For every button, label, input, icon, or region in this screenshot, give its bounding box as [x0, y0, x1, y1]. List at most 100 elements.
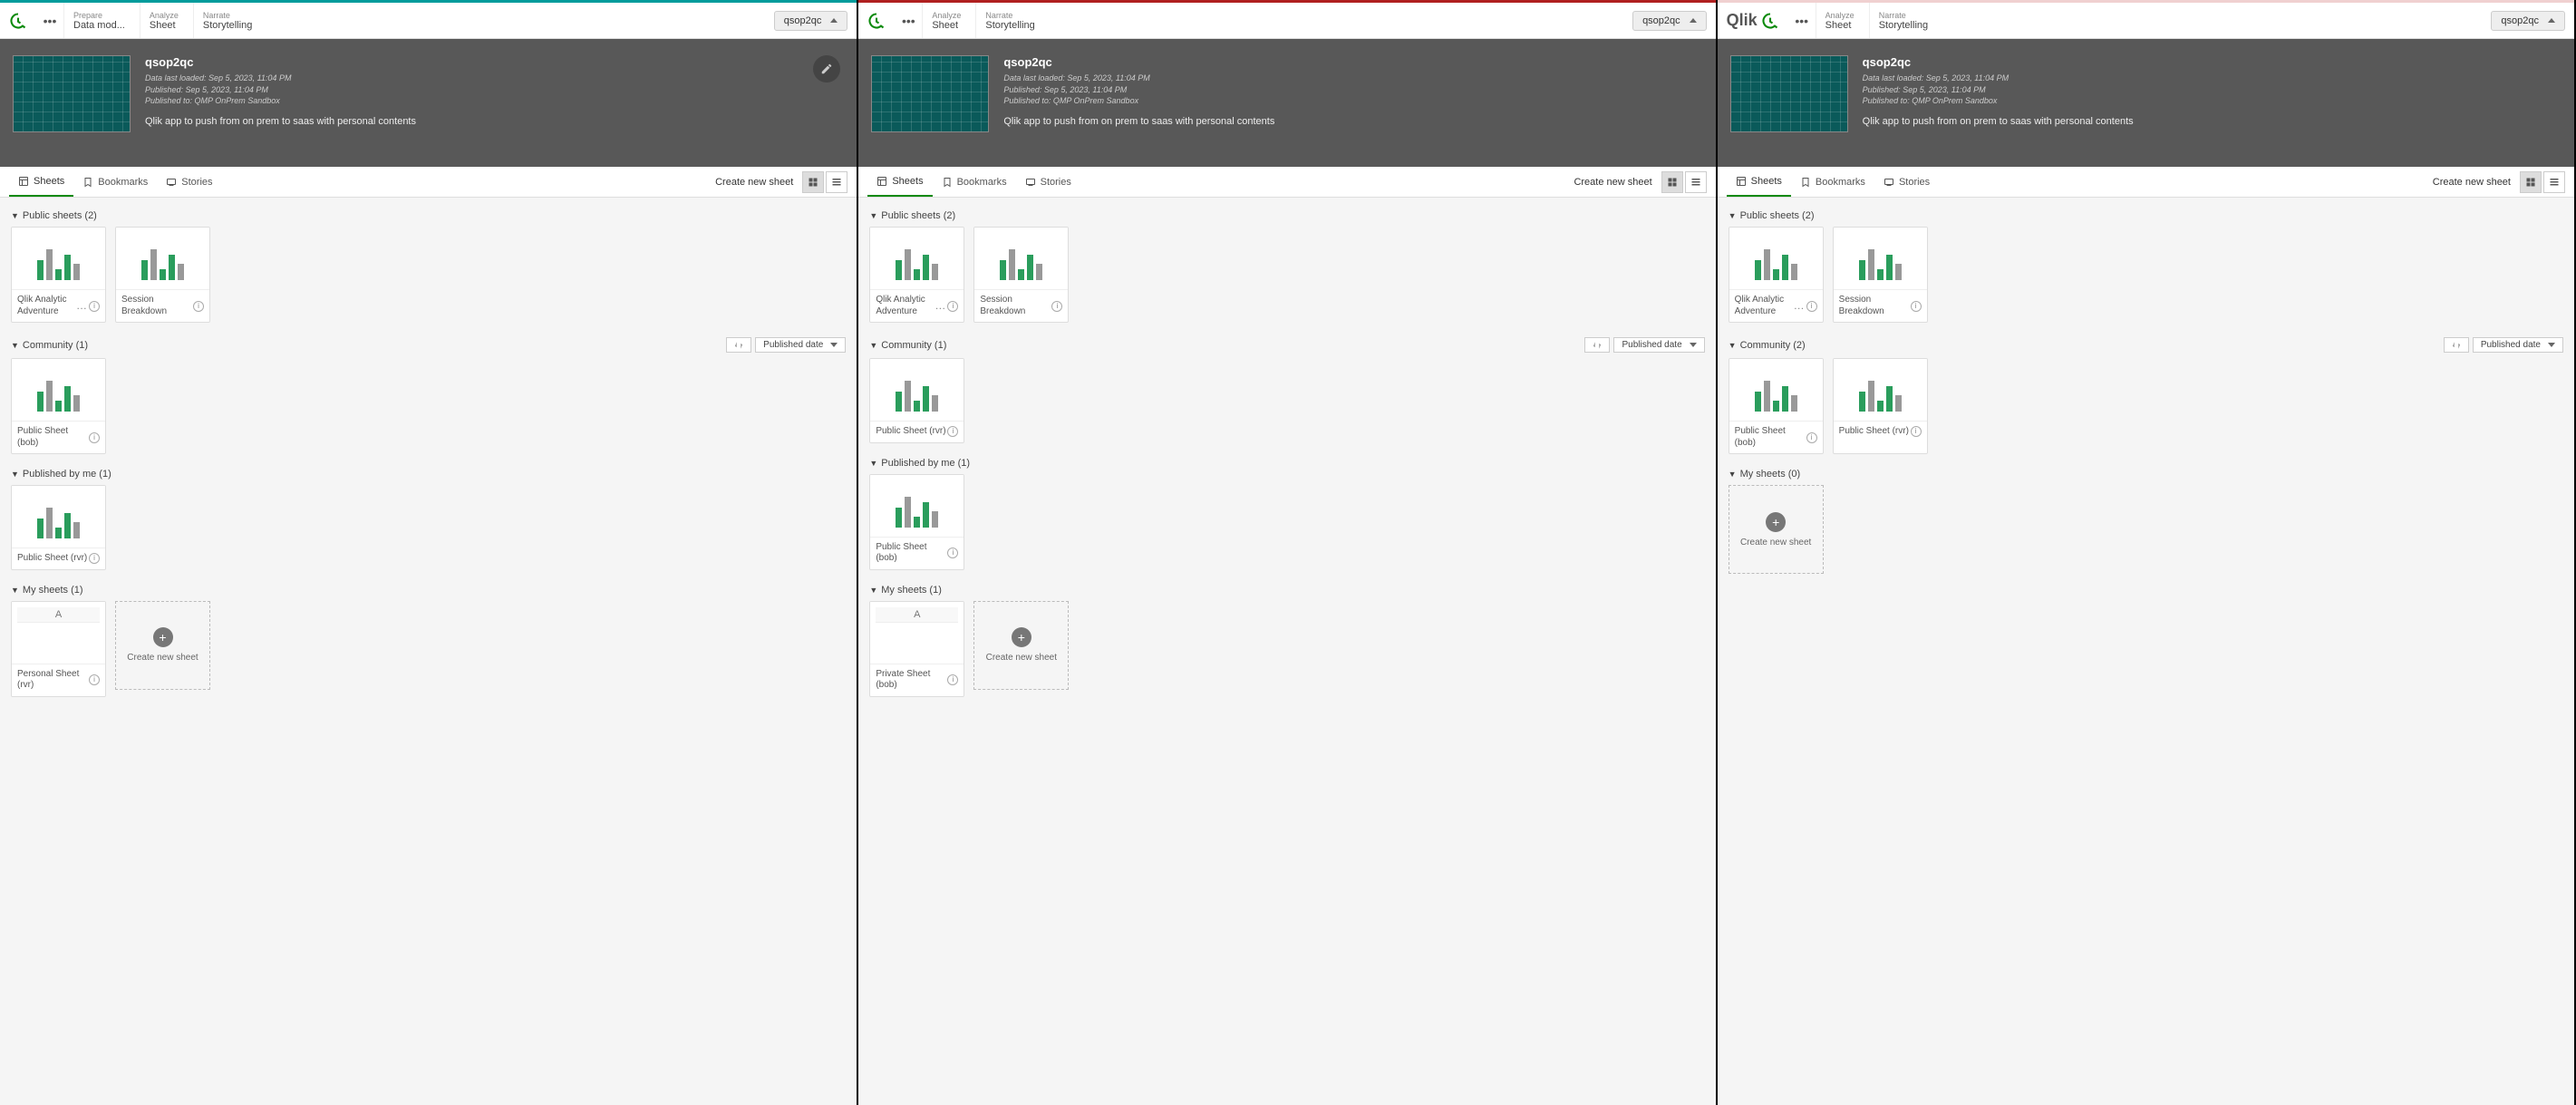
sort-button[interactable]	[2444, 337, 2469, 353]
section-header[interactable]: ▼Public sheets (2)	[11, 205, 846, 227]
app-dropdown[interactable]: qsop2qc	[2491, 11, 2565, 31]
sheet-card[interactable]: Qlik Analytic Adventure …i	[11, 227, 106, 323]
app-hero-text: qsop2qc Data last loaded: Sep 5, 2023, 1…	[1003, 55, 1274, 132]
list-view-button[interactable]	[1685, 171, 1707, 193]
app-dropdown[interactable]: qsop2qc	[1632, 11, 1707, 31]
sheet-card[interactable]: A Personal Sheet (rvr) i	[11, 601, 106, 697]
app-hero: qsop2qc Data last loaded: Sep 5, 2023, 1…	[0, 39, 857, 167]
sort-button[interactable]	[726, 337, 751, 353]
section-header[interactable]: ▼Published by me (1)	[11, 463, 846, 485]
qlik-logo[interactable]: Qlik	[1718, 3, 1788, 38]
sheet-card[interactable]: Session Breakdown i	[973, 227, 1069, 323]
nav-item-narrate[interactable]: Narrate Storytelling	[1869, 3, 1942, 38]
more-menu-icon[interactable]: •••	[36, 3, 63, 38]
nav-bar: Qlik ••• Analyze Sheet Narrate Storytell…	[1718, 3, 2574, 39]
tab-bookmarks[interactable]: Bookmarks	[73, 167, 157, 197]
info-icon[interactable]: i	[947, 426, 958, 437]
list-view-button[interactable]	[826, 171, 847, 193]
sort-field-dropdown[interactable]: Published date	[2473, 337, 2563, 353]
create-sheet-card[interactable]: + Create new sheet	[115, 601, 210, 690]
sort-field-dropdown[interactable]: Published date	[755, 337, 846, 353]
section-header[interactable]: ▼My sheets (1)	[869, 579, 1704, 601]
tab-bookmarks[interactable]: Bookmarks	[1791, 167, 1874, 197]
sheet-thumbnail	[12, 228, 105, 289]
info-icon[interactable]: i	[1806, 301, 1817, 312]
nav-item-analyze[interactable]: Analyze Sheet	[140, 3, 193, 38]
tab-stories[interactable]: Stories	[157, 167, 221, 197]
nav-item-analyze[interactable]: Analyze Sheet	[1816, 3, 1869, 38]
app-title: qsop2qc	[1003, 55, 1274, 69]
section-header[interactable]: ▼My sheets (0)	[1729, 463, 2563, 485]
nav-item-analyze[interactable]: Analyze Sheet	[922, 3, 975, 38]
grid-view-button[interactable]	[1661, 171, 1683, 193]
more-icon[interactable]: …	[74, 299, 89, 313]
tab-stories[interactable]: Stories	[1016, 167, 1080, 197]
grid-view-button[interactable]	[802, 171, 824, 193]
nav-item-narrate[interactable]: Narrate Storytelling	[193, 3, 266, 38]
create-sheet-link[interactable]: Create new sheet	[2426, 173, 2518, 191]
tab-sheets[interactable]: Sheets	[9, 167, 73, 197]
sheet-card[interactable]: Public Sheet (bob) i	[1729, 358, 1824, 454]
sheet-card[interactable]: Public Sheet (rvr) i	[869, 358, 964, 443]
grid-view-button[interactable]	[2520, 171, 2542, 193]
more-menu-icon[interactable]: •••	[1788, 3, 1816, 38]
sheet-card[interactable]: Public Sheet (bob) i	[869, 474, 964, 570]
more-menu-icon[interactable]: •••	[895, 3, 922, 38]
info-icon[interactable]: i	[1051, 301, 1062, 312]
tab-bookmarks[interactable]: Bookmarks	[933, 167, 1016, 197]
create-sheet-card[interactable]: + Create new sheet	[1729, 485, 1824, 574]
nav-bar: ••• Analyze Sheet Narrate Storytelling q…	[858, 3, 1715, 39]
sheet-card[interactable]: Public Sheet (rvr) i	[1833, 358, 1928, 454]
section-header[interactable]: ▼Community (1) Published date	[11, 332, 846, 358]
cards-row: Public Sheet (bob) i	[869, 474, 1704, 570]
sheet-title: Personal Sheet (rvr)	[17, 669, 89, 692]
nav-item-prepare[interactable]: Prepare Data mod...	[63, 3, 140, 38]
sheet-card-footer: Public Sheet (bob) i	[12, 421, 105, 453]
app-meta-published: Published: Sep 5, 2023, 11:04 PM	[1003, 84, 1274, 96]
create-sheet-card[interactable]: + Create new sheet	[973, 601, 1069, 690]
info-icon[interactable]: i	[89, 553, 100, 564]
sheet-card[interactable]: A Private Sheet (bob) i	[869, 601, 964, 697]
section-header[interactable]: ▼Public sheets (2)	[869, 205, 1704, 227]
app-dropdown[interactable]: qsop2qc	[774, 11, 848, 31]
info-icon[interactable]: i	[89, 674, 100, 685]
sheet-card[interactable]: Session Breakdown i	[115, 227, 210, 323]
section-header[interactable]: ▼Published by me (1)	[869, 452, 1704, 474]
sheet-card[interactable]: Qlik Analytic Adventure …i	[869, 227, 964, 323]
more-icon[interactable]: …	[933, 299, 947, 313]
sheet-card[interactable]: Qlik Analytic Adventure …i	[1729, 227, 1824, 323]
section-header[interactable]: ▼Community (2) Published date	[1729, 332, 2563, 358]
nav-item-narrate[interactable]: Narrate Storytelling	[975, 3, 1049, 38]
qlik-logo-icon[interactable]	[0, 3, 36, 38]
edit-details-button[interactable]	[813, 55, 840, 82]
section-header[interactable]: ▼My sheets (1)	[11, 579, 846, 601]
info-icon[interactable]: i	[89, 432, 100, 443]
info-icon[interactable]: i	[89, 301, 100, 312]
info-icon[interactable]: i	[1911, 301, 1922, 312]
create-sheet-link[interactable]: Create new sheet	[708, 173, 800, 191]
qlik-logo-icon[interactable]	[858, 3, 895, 38]
info-icon[interactable]: i	[947, 674, 958, 685]
sort-button[interactable]	[1584, 337, 1610, 353]
info-icon[interactable]: i	[193, 301, 204, 312]
tab-sheets[interactable]: Sheets	[1727, 167, 1791, 197]
app-meta-published: Published: Sep 5, 2023, 11:04 PM	[145, 84, 416, 96]
caret-down-icon: ▼	[869, 211, 877, 220]
sort-field-dropdown[interactable]: Published date	[1613, 337, 1704, 353]
list-view-button[interactable]	[2543, 171, 2565, 193]
create-sheet-label: Create new sheet	[986, 653, 1057, 663]
section-header[interactable]: ▼Community (1) Published date	[869, 332, 1704, 358]
tab-stories[interactable]: Stories	[1874, 167, 1939, 197]
create-sheet-label: Create new sheet	[1740, 538, 1811, 548]
tab-sheets[interactable]: Sheets	[867, 167, 932, 197]
section-header[interactable]: ▼Public sheets (2)	[1729, 205, 2563, 227]
info-icon[interactable]: i	[947, 301, 958, 312]
info-icon[interactable]: i	[1806, 432, 1817, 443]
sheet-card[interactable]: Public Sheet (bob) i	[11, 358, 106, 454]
more-icon[interactable]: …	[1792, 299, 1806, 313]
sheet-card[interactable]: Public Sheet (rvr) i	[11, 485, 106, 570]
create-sheet-link[interactable]: Create new sheet	[1566, 173, 1659, 191]
sheet-card[interactable]: Session Breakdown i	[1833, 227, 1928, 323]
info-icon[interactable]: i	[947, 548, 958, 558]
info-icon[interactable]: i	[1911, 426, 1922, 437]
